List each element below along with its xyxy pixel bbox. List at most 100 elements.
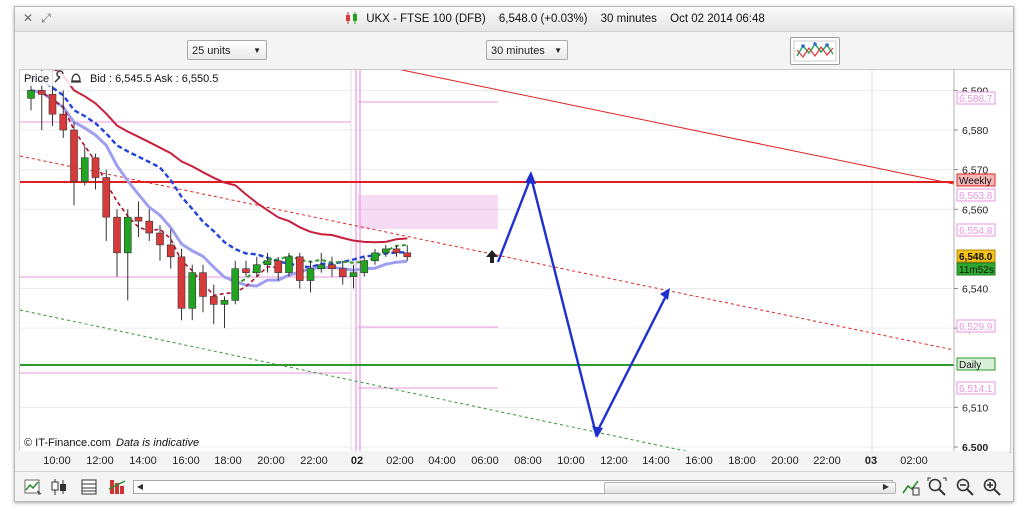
- scroll-left-icon[interactable]: ◀: [134, 481, 146, 493]
- time-tick-label: 03: [865, 455, 877, 467]
- disclaimer-text: Data is indicative: [116, 437, 199, 449]
- time-axis-canvas: 10:00 12:00 14:00 16:00 18:00 20:00 22:00 02 02:…: [43, 455, 928, 467]
- candle: [102, 169, 111, 241]
- price-level-label: 11m52s: [956, 262, 996, 276]
- time-scrollbar[interactable]: ◀ ▶: [133, 480, 896, 494]
- candle-body: [371, 252, 379, 262]
- price-chart[interactable]: 6,5006,5106,5306,5406,5606,5706,5806,590…: [19, 57, 1011, 454]
- price-level-label: 6,514.1: [956, 381, 996, 395]
- candle-body: [295, 256, 304, 281]
- pivot-zones: [20, 70, 498, 452]
- price-level-label: 6,548.0: [956, 249, 996, 263]
- zoom-out-icon[interactable]: [955, 477, 975, 497]
- chart-header: Price Bid : 6,545.5 Ask : 6,550.5: [20, 70, 220, 86]
- scroll-right-icon[interactable]: ▶: [880, 481, 892, 493]
- moving-average-darkred-dashed: [30, 89, 279, 297]
- price-level-text: Daily: [959, 360, 981, 371]
- chevron-down-icon: ▼: [554, 46, 562, 55]
- time-tick-label: 22:00: [813, 455, 841, 467]
- candle: [113, 209, 121, 277]
- time-axis: 10:00 12:00 14:00 16:00 18:00 20:00 22:00 02 02:…: [19, 451, 1009, 469]
- candle: [177, 248, 186, 321]
- candle-body: [80, 157, 89, 182]
- price-axis: 6,5006,5106,5306,5406,5606,5706,5806,590…: [953, 70, 1010, 454]
- candle: [242, 260, 250, 277]
- candle-body: [113, 216, 121, 254]
- table-icon[interactable]: [79, 477, 99, 497]
- candle-body: [177, 256, 186, 309]
- candle-body: [360, 260, 369, 273]
- time-tick-label: 18:00: [728, 455, 756, 467]
- units-select-value: 25 units: [192, 45, 231, 57]
- time-tick-label: 20:00: [771, 455, 799, 467]
- pattern-chart-icon: [793, 40, 837, 62]
- candle-style-icon[interactable]: [49, 477, 69, 497]
- scrollbar-thumb[interactable]: [604, 482, 896, 494]
- candle-body: [59, 113, 68, 131]
- candle-body: [27, 90, 35, 99]
- time-tick-label: 02: [351, 455, 363, 467]
- candle-body: [37, 90, 46, 95]
- time-tick-label: 16:00: [685, 455, 713, 467]
- price-level-label: 6,529.9: [956, 319, 996, 333]
- candle: [220, 296, 229, 329]
- candle-body: [306, 268, 315, 281]
- time-tick-label: 10:00: [43, 455, 71, 467]
- candle-body: [338, 268, 347, 277]
- zoom-in-icon[interactable]: [982, 477, 1002, 497]
- candle-body: [209, 296, 218, 305]
- time-tick-label: 18:00: [214, 455, 242, 467]
- time-tick-label: 02:00: [386, 455, 414, 467]
- candle-body: [166, 244, 175, 258]
- projection-arrowhead: [592, 426, 603, 438]
- price-level-text: 6,529.9: [959, 322, 993, 333]
- candle-body: [123, 216, 132, 254]
- time-tick-label: 12:00: [600, 455, 628, 467]
- price-level-label: Daily: [956, 357, 996, 371]
- candle: [360, 256, 369, 277]
- chart-type-icon[interactable]: [23, 477, 43, 497]
- close-icon[interactable]: ✕: [21, 11, 35, 25]
- time-tick-label: 16:00: [172, 455, 200, 467]
- draw-tools-icon[interactable]: [901, 477, 921, 497]
- bid-ask-readout: Bid : 6,545.5 Ask : 6,550.5: [90, 73, 218, 85]
- pattern-recognition-button[interactable]: [790, 37, 840, 65]
- zoom-fit-icon[interactable]: [927, 477, 947, 497]
- price-level-text: 11m52s: [959, 265, 994, 276]
- interval-select[interactable]: 30 minutes ▼: [486, 40, 568, 60]
- bottom-toolbar: ◀ ▶: [15, 471, 1013, 501]
- candle: [209, 284, 218, 325]
- indicator-icon[interactable]: [107, 477, 127, 497]
- time-tick-label: 22:00: [300, 455, 328, 467]
- instrument-name: UKX - FTSE 100 (DFB): [366, 13, 486, 25]
- time-tick-label: 02:00: [900, 455, 928, 467]
- chart-canvas[interactable]: 6,5006,5106,5306,5406,5606,5706,5806,590…: [19, 57, 1010, 454]
- candle: [392, 244, 401, 257]
- time-tick-label: 14:00: [642, 455, 670, 467]
- resistance-line: [401, 69, 955, 185]
- units-select[interactable]: 25 units ▼: [187, 40, 267, 60]
- candle: [403, 244, 412, 261]
- price-level-label: 6,563.8: [956, 188, 996, 202]
- candle-body: [188, 272, 197, 309]
- maximize-icon[interactable]: ⤢: [39, 11, 53, 25]
- candle-body: [392, 248, 401, 254]
- candle: [371, 248, 379, 265]
- toolbar: 25 units ▼ 30 minutes ▼: [15, 32, 1013, 68]
- title-bar: ✕ ⤢ UKX - FTSE 100 (DFB) 6,548.0 (+0.03%…: [15, 7, 1013, 32]
- candle: [252, 256, 261, 277]
- price-level-label: 6,588.7: [956, 91, 996, 105]
- candle-body: [285, 256, 293, 273]
- candle-body: [381, 248, 390, 254]
- price-tick-label: 6,540: [962, 284, 988, 296]
- projection-arrowhead: [525, 171, 536, 184]
- candle: [231, 260, 240, 305]
- candle-body: [231, 268, 240, 301]
- candle-body: [242, 268, 250, 273]
- chart-window: ✕ ⤢ UKX - FTSE 100 (DFB) 6,548.0 (+0.03%…: [14, 6, 1014, 502]
- support-dashed-line: [19, 309, 691, 453]
- candle: [328, 256, 336, 277]
- candle: [263, 252, 272, 273]
- candle: [188, 264, 197, 321]
- instrument-quote: 6,548.0 (+0.03%): [498, 13, 588, 25]
